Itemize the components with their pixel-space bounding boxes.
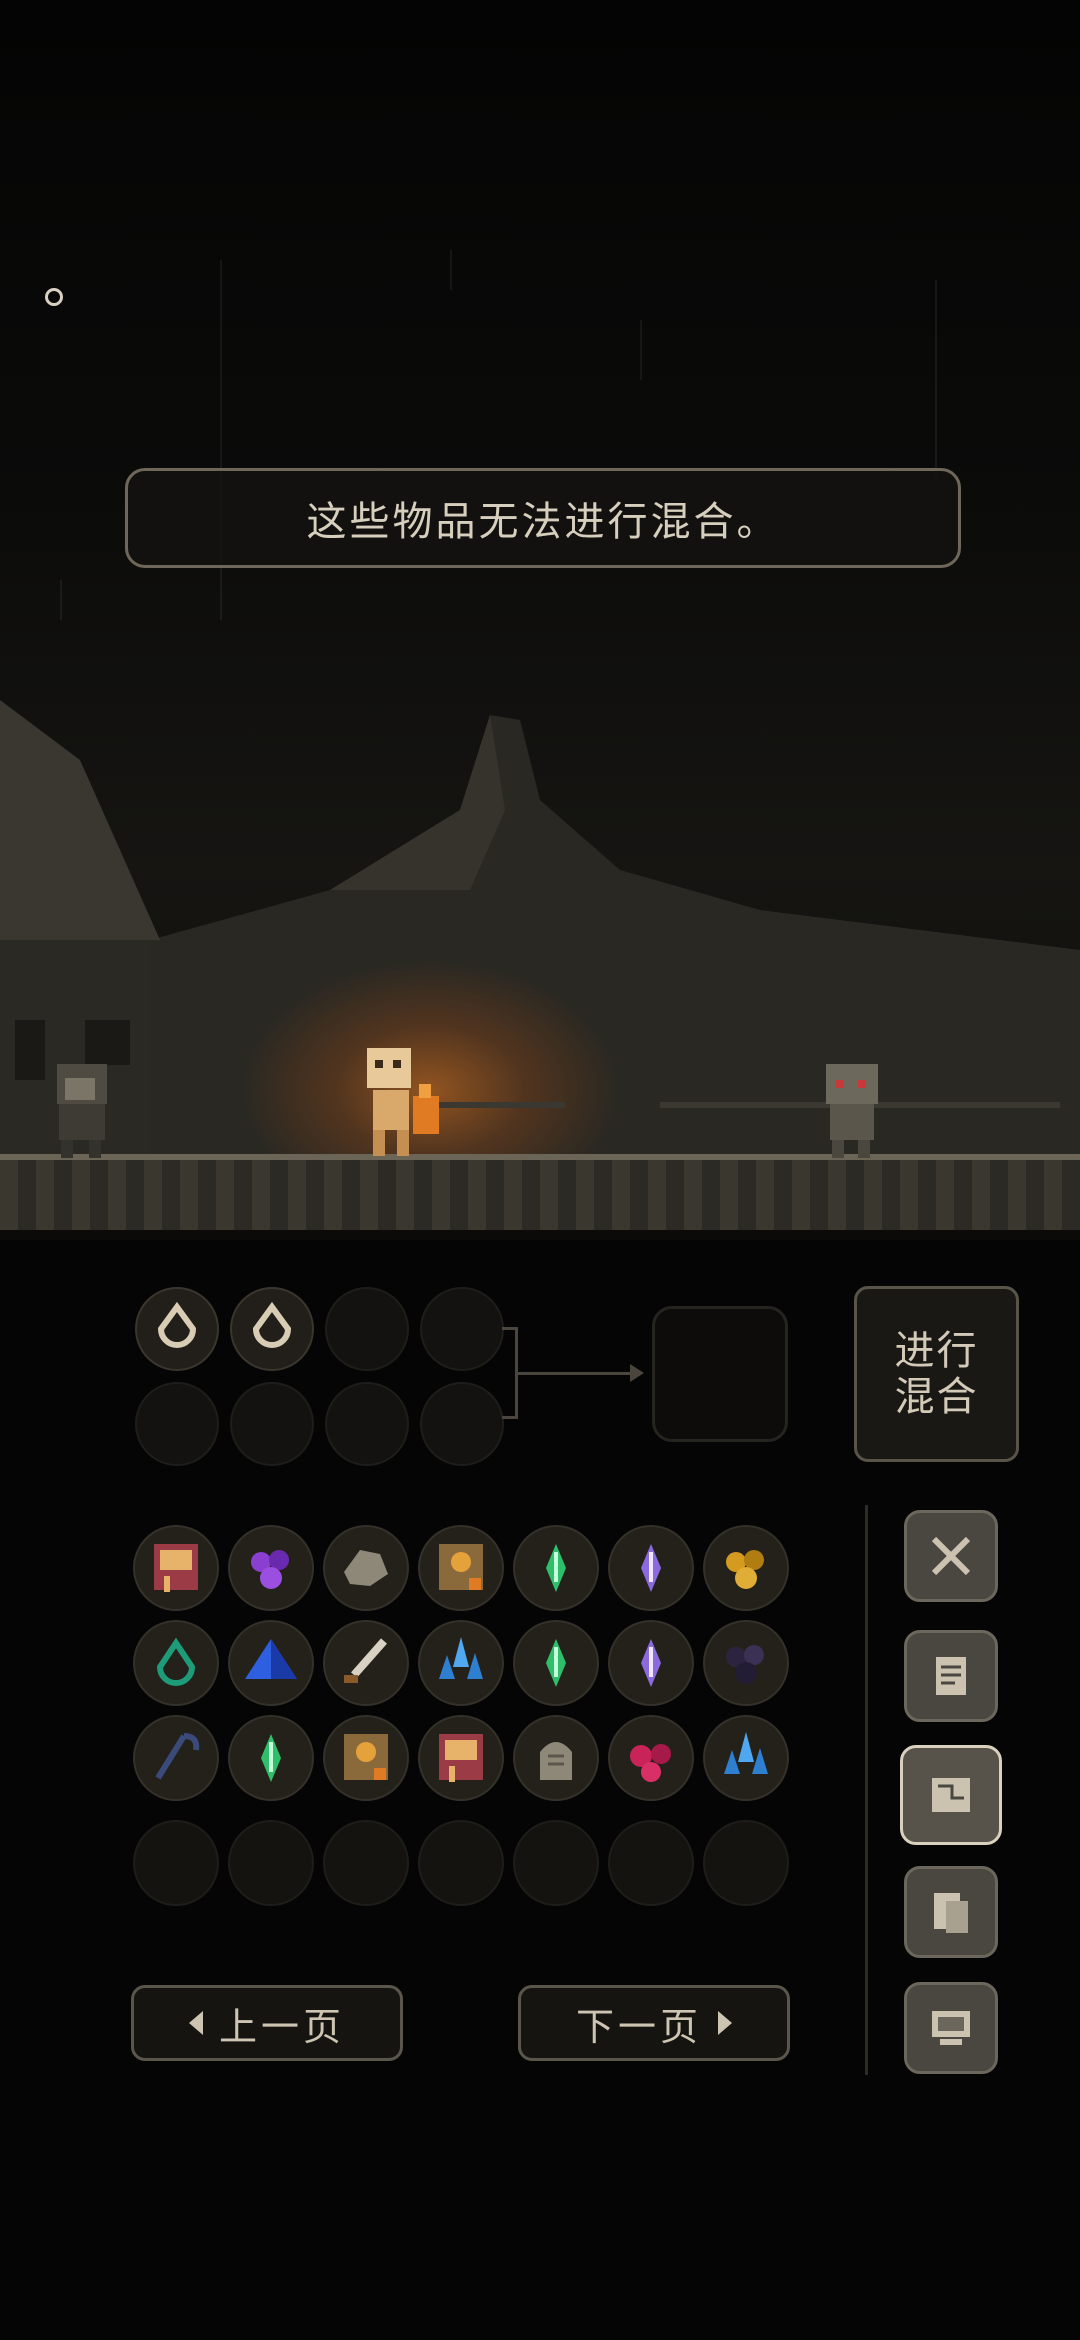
combine-arrow bbox=[518, 1372, 638, 1375]
blue-pyramid-icon bbox=[245, 1639, 297, 1679]
tombstone-icon bbox=[540, 1742, 572, 1780]
arrow-right-icon bbox=[718, 2011, 732, 2035]
rain-streak bbox=[450, 250, 452, 290]
teal-ring-icon bbox=[156, 1637, 196, 1686]
blue-crystal-cluster-icon bbox=[439, 1637, 483, 1679]
computer-icon bbox=[932, 2011, 970, 2045]
dark-berries-icon bbox=[726, 1645, 764, 1684]
inventory-slot[interactable] bbox=[133, 1620, 219, 1706]
prev-page-label: 上一页 bbox=[218, 2004, 345, 2049]
tab-system[interactable] bbox=[904, 1982, 998, 2074]
green-crystal-icon bbox=[546, 1544, 566, 1592]
inventory-slot[interactable] bbox=[513, 1620, 599, 1706]
panel-divider bbox=[865, 1505, 868, 2075]
scroll-icon bbox=[936, 1657, 966, 1695]
inventory-slot[interactable] bbox=[133, 1715, 219, 1801]
result-slot bbox=[652, 1306, 788, 1442]
inventory-slot[interactable] bbox=[703, 1620, 789, 1706]
fire-tome-icon bbox=[439, 1544, 483, 1590]
violet-crystal-icon bbox=[641, 1544, 661, 1592]
inventory-slot[interactable] bbox=[703, 1525, 789, 1611]
inventory-slot[interactable] bbox=[513, 1525, 599, 1611]
inventory-slot[interactable] bbox=[228, 1525, 314, 1611]
red-berries-icon bbox=[630, 1744, 671, 1782]
status-indicator-icon bbox=[45, 288, 63, 306]
inventory-slot[interactable] bbox=[418, 1525, 504, 1611]
fire-tome-icon bbox=[344, 1734, 388, 1780]
inventory-slot[interactable] bbox=[323, 1820, 409, 1906]
inventory-slot[interactable] bbox=[133, 1820, 219, 1906]
inventory-slot[interactable] bbox=[418, 1820, 504, 1906]
villager-character bbox=[57, 1064, 107, 1158]
craft-slot[interactable] bbox=[135, 1287, 219, 1371]
tab-map[interactable] bbox=[900, 1745, 1002, 1845]
arrow-left-icon bbox=[188, 2011, 203, 2035]
tab-equipment[interactable] bbox=[904, 1510, 998, 1602]
notes-icon bbox=[934, 1893, 968, 1933]
drop-ring-icon bbox=[252, 1301, 292, 1348]
message-banner: 这些物品无法进行混合。 bbox=[125, 468, 961, 568]
crossed-swords-icon bbox=[931, 1536, 971, 1576]
inventory-slot[interactable] bbox=[418, 1715, 504, 1801]
inventory-slot[interactable] bbox=[703, 1715, 789, 1801]
recipe-book-icon bbox=[154, 1544, 198, 1592]
ground bbox=[0, 1160, 1080, 1230]
craft-slot[interactable] bbox=[135, 1382, 219, 1466]
dagger-icon bbox=[344, 1638, 387, 1683]
recipe-book-icon bbox=[439, 1734, 483, 1782]
inventory-slot[interactable] bbox=[228, 1620, 314, 1706]
inventory-slot[interactable] bbox=[703, 1820, 789, 1906]
craft-slot[interactable] bbox=[325, 1382, 409, 1466]
inventory-slot[interactable] bbox=[513, 1715, 599, 1801]
inventory-slot[interactable] bbox=[608, 1820, 694, 1906]
craft-slot[interactable] bbox=[230, 1287, 314, 1371]
prev-page-button[interactable]: 上一页 bbox=[131, 1985, 403, 2061]
inventory-slot[interactable] bbox=[323, 1715, 409, 1801]
cane-icon bbox=[155, 1733, 200, 1780]
mix-button-label: 进行 混合 bbox=[894, 1328, 979, 1420]
rain-streak bbox=[935, 280, 937, 480]
inventory-slot[interactable] bbox=[608, 1525, 694, 1611]
rain-streak bbox=[60, 580, 62, 620]
craft-slot[interactable] bbox=[420, 1382, 504, 1466]
ghoul-character bbox=[826, 1064, 878, 1158]
violet-crystal-icon bbox=[641, 1639, 661, 1687]
inventory-slot[interactable] bbox=[133, 1525, 219, 1611]
tab-recipes[interactable] bbox=[904, 1630, 998, 1722]
next-page-label: 下一页 bbox=[575, 2004, 702, 2049]
inventory-slot[interactable] bbox=[513, 1820, 599, 1906]
inventory-slot[interactable] bbox=[418, 1620, 504, 1706]
combine-bracket bbox=[502, 1327, 518, 1419]
inventory-slot[interactable] bbox=[323, 1620, 409, 1706]
tab-notes[interactable] bbox=[904, 1866, 998, 1958]
craft-slot[interactable] bbox=[230, 1382, 314, 1466]
inventory-slot[interactable] bbox=[228, 1715, 314, 1801]
mix-button[interactable]: 进行 混合 bbox=[854, 1286, 1019, 1462]
blue-crystal-cluster-icon bbox=[724, 1732, 768, 1774]
craft-slot[interactable] bbox=[325, 1287, 409, 1371]
gray-ore-icon bbox=[344, 1550, 388, 1586]
drop-ring-icon bbox=[157, 1301, 197, 1348]
inventory-slot[interactable] bbox=[608, 1715, 694, 1801]
gold-nuggets-icon bbox=[726, 1550, 764, 1589]
inventory-slot[interactable] bbox=[228, 1820, 314, 1906]
map-icon bbox=[932, 1778, 970, 1812]
craft-slot[interactable] bbox=[420, 1287, 504, 1371]
skeleton-character bbox=[367, 1048, 439, 1156]
arrow-head-icon bbox=[630, 1364, 644, 1382]
green-crystal-icon bbox=[261, 1734, 281, 1782]
inventory-slot[interactable] bbox=[323, 1525, 409, 1611]
message-text: 这些物品无法进行混合。 bbox=[306, 499, 780, 545]
inventory-slot[interactable] bbox=[608, 1620, 694, 1706]
green-crystal-icon bbox=[546, 1639, 566, 1687]
next-page-button[interactable]: 下一页 bbox=[518, 1985, 790, 2061]
purple-berries-icon bbox=[251, 1550, 289, 1589]
rain-streak bbox=[640, 320, 642, 380]
